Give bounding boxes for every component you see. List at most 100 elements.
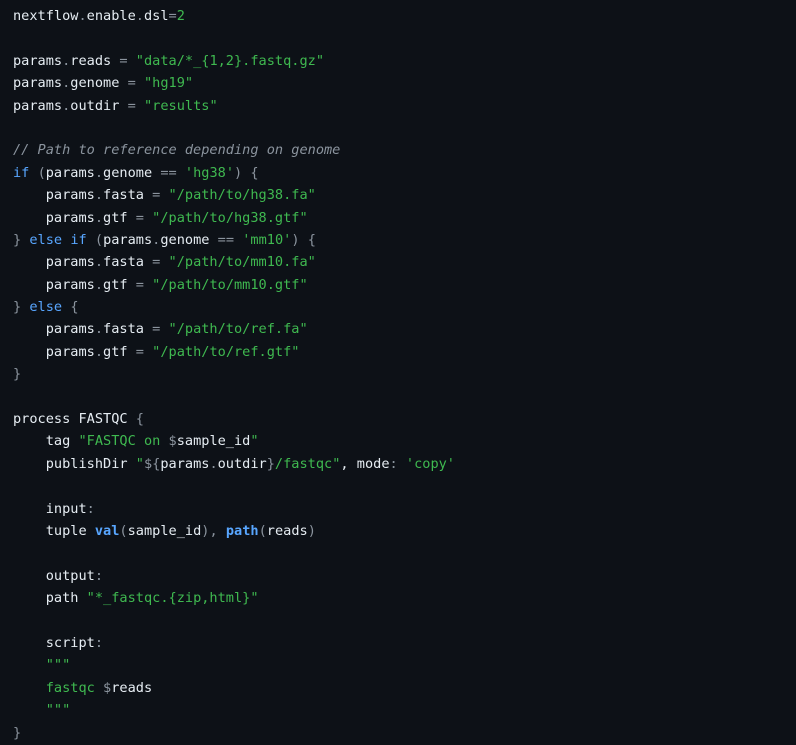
code-token-str: "/path/to/ref.gtf" [152, 343, 300, 360]
code-token-op: ), [201, 522, 218, 539]
code-token-str: "results" [143, 97, 218, 114]
code-token-str: fastqc [45, 679, 104, 696]
code-token-plain: params [13, 321, 95, 338]
code-token-op: . [209, 455, 218, 472]
code-token-plain: gtf [103, 209, 136, 226]
code-token-op: . [94, 254, 104, 271]
code-token-op: } [13, 724, 22, 741]
code-token-plain: params [103, 231, 153, 248]
code-line: tag "FASTQC on $sample_id" [13, 430, 796, 452]
code-token-plain: outdir [217, 455, 267, 472]
code-token-op: } [266, 455, 275, 472]
code-token-op: ( [94, 231, 104, 248]
code-token-plain: genome [160, 231, 218, 248]
code-token-plain: fasta [103, 187, 153, 204]
code-token-op: ( [37, 164, 46, 181]
code-token-comment: // Path to reference depending on genome [13, 142, 341, 159]
code-token-fn: val [94, 522, 120, 539]
code-line: fastqc $reads [13, 677, 796, 699]
code-token-kw: else [29, 299, 63, 316]
code-line: process FASTQC { [13, 408, 796, 430]
code-line: publishDir "${params.outdir}/fastqc", mo… [13, 453, 796, 475]
code-line: params.gtf = "/path/to/hg38.gtf" [13, 207, 796, 229]
code-token-op: = [119, 52, 128, 69]
code-token-plain: fasta [103, 254, 153, 271]
code-token-plain: , mode [340, 455, 390, 472]
code-line: ​ [13, 117, 796, 139]
code-token-kw: if [70, 231, 87, 248]
code-token-op: . [94, 343, 104, 360]
code-token-fn: path [225, 522, 259, 539]
code-line: tuple val(sample_id), path(reads) [13, 520, 796, 542]
code-token-plain: script [13, 634, 95, 651]
code-token-kw: else [29, 231, 63, 248]
code-token-plain: params [13, 52, 63, 69]
code-line: ​ [13, 27, 796, 49]
code-token-op: ) [307, 522, 316, 539]
code-token-str: " [135, 455, 144, 472]
code-token-op: ${ [143, 455, 161, 472]
code-line: params.fasta = "/path/to/mm10.fa" [13, 251, 796, 273]
code-token-plain: reads [70, 52, 120, 69]
code-token-op: = [135, 276, 144, 293]
code-token-str: "/path/to/hg38.fa" [168, 187, 316, 204]
code-line: """ [13, 699, 796, 721]
code-token-op: . [94, 209, 104, 226]
code-token-plain: tuple [13, 522, 95, 539]
code-token-plain: sample_id [176, 433, 251, 450]
code-token-str: "hg19" [143, 75, 194, 92]
code-token-op: ) [234, 164, 243, 181]
code-line: params.genome = "hg19" [13, 72, 796, 94]
code-token-op: = [127, 75, 136, 92]
code-token-op: = [168, 8, 177, 24]
code-line: input: [13, 498, 796, 520]
code-line: } [13, 722, 796, 744]
code-block: nextflow.enable.dsl=2​params.reads = "da… [13, 5, 796, 744]
code-token-plain: sample_id [127, 522, 202, 539]
code-line: params.reads = "data/*_{1,2}.fastq.gz" [13, 50, 796, 72]
code-token-plain: genome [70, 75, 128, 92]
code-token-op: = [135, 343, 144, 360]
code-line: ​ [13, 475, 796, 497]
code-editor[interactable]: nextflow.enable.dsl=2​params.reads = "da… [0, 0, 796, 745]
code-token-op: . [94, 321, 104, 338]
code-token-str: "/path/to/ref.fa" [168, 321, 308, 338]
code-line: """ [13, 654, 796, 676]
code-token-op: == [160, 164, 177, 181]
code-token-plain: params [13, 254, 95, 271]
code-line: params.gtf = "/path/to/ref.gtf" [13, 341, 796, 363]
code-token-op: { [70, 299, 79, 316]
code-token-kw: if [13, 164, 30, 181]
code-token-str: "data/*_{1,2}.fastq.gz" [135, 52, 325, 69]
code-token-op: . [94, 164, 104, 181]
code-line: path "*_fastqc.{zip,html}" [13, 587, 796, 609]
code-token-op: : [86, 500, 95, 517]
code-token-plain: tag [13, 433, 79, 450]
code-token-plain: process FASTQC [13, 411, 136, 428]
code-token-op: . [94, 187, 104, 204]
code-token-plain: outdir [70, 97, 128, 114]
code-token-str: 'mm10' [242, 231, 292, 248]
code-token-op: } [13, 231, 22, 248]
code-token-str: 'hg38' [184, 164, 235, 181]
code-token-plain: output [13, 567, 95, 584]
code-token-op: : [94, 634, 104, 651]
code-token-op: = [135, 209, 144, 226]
code-line: params.gtf = "/path/to/mm10.gtf" [13, 274, 796, 296]
code-token-op: ( [119, 522, 128, 539]
code-line: // Path to reference depending on genome [13, 139, 796, 161]
code-line: } else if (params.genome == 'mm10') { [13, 229, 796, 251]
code-token-plain: publishDir [13, 455, 136, 472]
code-token-str: " [250, 433, 259, 450]
